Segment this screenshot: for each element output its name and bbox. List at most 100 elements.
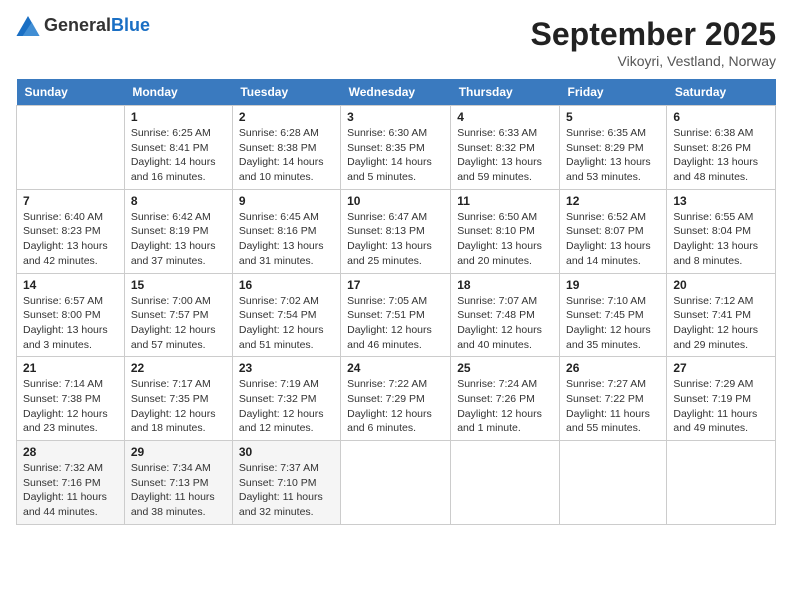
weekday-header-tuesday: Tuesday [232, 79, 340, 106]
calendar-cell: 14 Sunrise: 6:57 AMSunset: 8:00 PMDayligh… [17, 273, 125, 357]
day-info: Sunrise: 7:10 AMSunset: 7:45 PMDaylight:… [566, 294, 660, 353]
day-number: 23 [239, 361, 334, 375]
day-number: 14 [23, 278, 118, 292]
calendar-cell: 26 Sunrise: 7:27 AMSunset: 7:22 PMDayligh… [560, 357, 667, 441]
calendar-cell: 15 Sunrise: 7:00 AMSunset: 7:57 PMDayligh… [124, 273, 232, 357]
logo-icon [16, 16, 40, 36]
day-number: 26 [566, 361, 660, 375]
calendar-week-row: 7 Sunrise: 6:40 AMSunset: 8:23 PMDaylight… [17, 189, 776, 273]
day-info: Sunrise: 6:25 AMSunset: 8:41 PMDaylight:… [131, 126, 226, 185]
day-info: Sunrise: 6:57 AMSunset: 8:00 PMDaylight:… [23, 294, 118, 353]
day-info: Sunrise: 6:33 AMSunset: 8:32 PMDaylight:… [457, 126, 553, 185]
calendar-cell: 7 Sunrise: 6:40 AMSunset: 8:23 PMDaylight… [17, 189, 125, 273]
day-number: 18 [457, 278, 553, 292]
calendar-cell: 17 Sunrise: 7:05 AMSunset: 7:51 PMDayligh… [341, 273, 451, 357]
day-info: Sunrise: 7:24 AMSunset: 7:26 PMDaylight:… [457, 377, 553, 436]
day-number: 28 [23, 445, 118, 459]
day-info: Sunrise: 6:45 AMSunset: 8:16 PMDaylight:… [239, 210, 334, 269]
calendar-cell: 1Sunrise: 6:25 AMSunset: 8:41 PMDaylight… [124, 106, 232, 190]
calendar-cell: 29Sunrise: 7:34 AMSunset: 7:13 PMDayligh… [124, 441, 232, 525]
day-number: 8 [131, 194, 226, 208]
day-info: Sunrise: 6:30 AMSunset: 8:35 PMDaylight:… [347, 126, 444, 185]
calendar-cell: 30 Sunrise: 7:37 AMSunset: 7:10 PMDayligh… [232, 441, 340, 525]
calendar-cell [667, 441, 776, 525]
day-info: Sunrise: 7:05 AMSunset: 7:51 PMDaylight:… [347, 294, 444, 353]
calendar-week-row: 28 Sunrise: 7:32 AMSunset: 7:16 PMDayligh… [17, 441, 776, 525]
day-number: 3 [347, 110, 444, 124]
day-info: Sunrise: 6:52 AMSunset: 8:07 PMDaylight:… [566, 210, 660, 269]
day-info: Sunrise: 7:32 AMSunset: 7:16 PMDaylight:… [23, 461, 118, 520]
day-number: 22 [131, 361, 226, 375]
calendar-cell: 10 Sunrise: 6:47 AMSunset: 8:13 PMDayligh… [341, 189, 451, 273]
calendar-cell [341, 441, 451, 525]
day-number: 7 [23, 194, 118, 208]
calendar-cell: 27 Sunrise: 7:29 AMSunset: 7:19 PMDayligh… [667, 357, 776, 441]
day-info: Sunrise: 7:17 AMSunset: 7:35 PMDaylight:… [131, 377, 226, 436]
day-info: Sunrise: 6:38 AMSunset: 8:26 PMDaylight:… [673, 126, 769, 185]
calendar-cell: 4Sunrise: 6:33 AMSunset: 8:32 PMDaylight… [451, 106, 560, 190]
logo-text-blue: Blue [111, 15, 150, 35]
title-block: September 2025 Vikoyri, Vestland, Norway [531, 16, 776, 69]
day-number: 10 [347, 194, 444, 208]
calendar-week-row: 1Sunrise: 6:25 AMSunset: 8:41 PMDaylight… [17, 106, 776, 190]
calendar-cell [451, 441, 560, 525]
calendar-cell: 13Sunrise: 6:55 AMSunset: 8:04 PMDayligh… [667, 189, 776, 273]
logo: GeneralBlue [16, 16, 150, 36]
calendar-title: September 2025 [531, 16, 776, 53]
day-number: 20 [673, 278, 769, 292]
day-number: 12 [566, 194, 660, 208]
calendar-location: Vikoyri, Vestland, Norway [531, 53, 776, 69]
calendar-table: SundayMondayTuesdayWednesdayThursdayFrid… [16, 79, 776, 525]
day-number: 24 [347, 361, 444, 375]
day-number: 21 [23, 361, 118, 375]
calendar-cell: 28 Sunrise: 7:32 AMSunset: 7:16 PMDayligh… [17, 441, 125, 525]
calendar-cell: 2Sunrise: 6:28 AMSunset: 8:38 PMDaylight… [232, 106, 340, 190]
day-info: Sunrise: 7:07 AMSunset: 7:48 PMDaylight:… [457, 294, 553, 353]
calendar-cell: 9 Sunrise: 6:45 AMSunset: 8:16 PMDaylight… [232, 189, 340, 273]
day-info: Sunrise: 7:14 AMSunset: 7:38 PMDaylight:… [23, 377, 118, 436]
weekday-header-thursday: Thursday [451, 79, 560, 106]
day-info: Sunrise: 7:22 AMSunset: 7:29 PMDaylight:… [347, 377, 444, 436]
day-number: 27 [673, 361, 769, 375]
calendar-cell: 21 Sunrise: 7:14 AMSunset: 7:38 PMDayligh… [17, 357, 125, 441]
day-number: 29 [131, 445, 226, 459]
day-info: Sunrise: 6:50 AMSunset: 8:10 PMDaylight:… [457, 210, 553, 269]
calendar-cell: 20Sunrise: 7:12 AMSunset: 7:41 PMDayligh… [667, 273, 776, 357]
day-info: Sunrise: 7:02 AMSunset: 7:54 PMDaylight:… [239, 294, 334, 353]
day-number: 19 [566, 278, 660, 292]
calendar-cell: 8Sunrise: 6:42 AMSunset: 8:19 PMDaylight… [124, 189, 232, 273]
calendar-cell: 11Sunrise: 6:50 AMSunset: 8:10 PMDayligh… [451, 189, 560, 273]
day-number: 15 [131, 278, 226, 292]
calendar-cell [560, 441, 667, 525]
day-number: 16 [239, 278, 334, 292]
day-info: Sunrise: 7:37 AMSunset: 7:10 PMDaylight:… [239, 461, 334, 520]
weekday-header-monday: Monday [124, 79, 232, 106]
calendar-cell: 3 Sunrise: 6:30 AMSunset: 8:35 PMDaylight… [341, 106, 451, 190]
day-number: 30 [239, 445, 334, 459]
day-info: Sunrise: 6:55 AMSunset: 8:04 PMDaylight:… [673, 210, 769, 269]
day-number: 25 [457, 361, 553, 375]
day-info: Sunrise: 7:27 AMSunset: 7:22 PMDaylight:… [566, 377, 660, 436]
calendar-cell: 22 Sunrise: 7:17 AMSunset: 7:35 PMDayligh… [124, 357, 232, 441]
day-info: Sunrise: 6:35 AMSunset: 8:29 PMDaylight:… [566, 126, 660, 185]
calendar-cell: 12 Sunrise: 6:52 AMSunset: 8:07 PMDayligh… [560, 189, 667, 273]
day-info: Sunrise: 6:28 AMSunset: 8:38 PMDaylight:… [239, 126, 334, 185]
day-info: Sunrise: 7:00 AMSunset: 7:57 PMDaylight:… [131, 294, 226, 353]
day-number: 17 [347, 278, 444, 292]
day-info: Sunrise: 6:40 AMSunset: 8:23 PMDaylight:… [23, 210, 118, 269]
day-number: 6 [673, 110, 769, 124]
weekday-header-row: SundayMondayTuesdayWednesdayThursdayFrid… [17, 79, 776, 106]
calendar-week-row: 21 Sunrise: 7:14 AMSunset: 7:38 PMDayligh… [17, 357, 776, 441]
calendar-cell: 5Sunrise: 6:35 AMSunset: 8:29 PMDaylight… [560, 106, 667, 190]
calendar-cell: 16 Sunrise: 7:02 AMSunset: 7:54 PMDayligh… [232, 273, 340, 357]
weekday-header-sunday: Sunday [17, 79, 125, 106]
calendar-cell: 23Sunrise: 7:19 AMSunset: 7:32 PMDayligh… [232, 357, 340, 441]
weekday-header-friday: Friday [560, 79, 667, 106]
weekday-header-saturday: Saturday [667, 79, 776, 106]
day-info: Sunrise: 6:47 AMSunset: 8:13 PMDaylight:… [347, 210, 444, 269]
calendar-cell [17, 106, 125, 190]
calendar-cell: 19 Sunrise: 7:10 AMSunset: 7:45 PMDayligh… [560, 273, 667, 357]
day-number: 9 [239, 194, 334, 208]
calendar-cell: 25 Sunrise: 7:24 AMSunset: 7:26 PMDayligh… [451, 357, 560, 441]
day-info: Sunrise: 7:29 AMSunset: 7:19 PMDaylight:… [673, 377, 769, 436]
